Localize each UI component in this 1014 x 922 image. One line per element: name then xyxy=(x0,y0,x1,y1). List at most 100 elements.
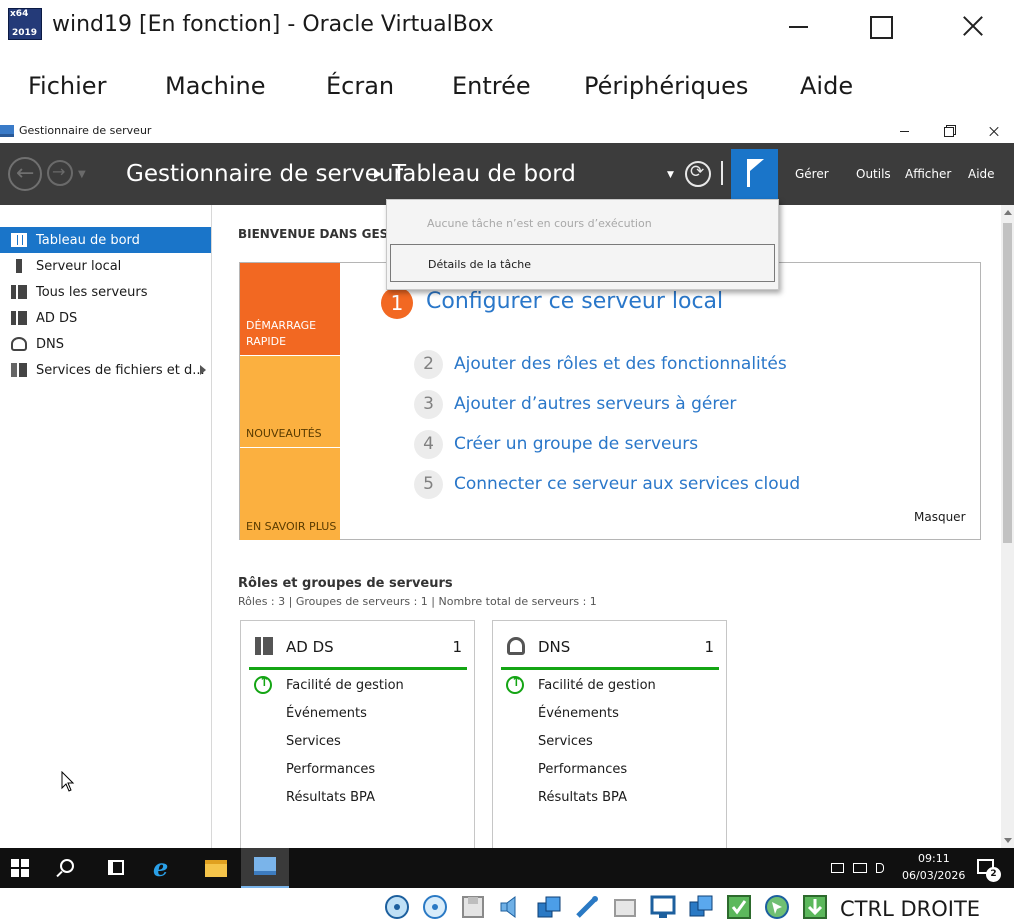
role-row-performance[interactable]: Performances xyxy=(286,762,375,777)
menu-machine[interactable]: Machine xyxy=(165,72,265,100)
back-arrow-icon[interactable] xyxy=(8,157,42,191)
role-row-services[interactable]: Services xyxy=(538,734,593,749)
breadcrumb-current: Tableau de bord xyxy=(392,161,576,187)
breadcrumb-root[interactable]: Gestionnaire de serveur xyxy=(126,161,403,187)
file-explorer-icon[interactable] xyxy=(205,860,227,877)
sidebar-item-file-services[interactable]: Services de fichiers et d... xyxy=(0,357,211,383)
role-row-manageability[interactable]: Facilité de gestion xyxy=(286,678,404,693)
virtualbox-app-icon: x64 2019 xyxy=(8,8,42,40)
clock-date[interactable]: 06/03/2026 xyxy=(902,869,965,882)
hard-disk-icon[interactable] xyxy=(384,894,410,920)
role-row-bpa[interactable]: Résultats BPA xyxy=(538,790,627,805)
close-button[interactable] xyxy=(950,8,996,44)
step-3-link[interactable]: Ajouter d’autres serveurs à gérer xyxy=(454,394,736,414)
breadcrumb-dropdown-icon[interactable]: ▼ xyxy=(667,170,674,180)
menu-aide[interactable]: Aide xyxy=(800,72,853,100)
role-row-manageability[interactable]: Facilité de gestion xyxy=(538,678,656,693)
search-icon[interactable] xyxy=(60,859,74,873)
scroll-down-icon[interactable] xyxy=(1004,838,1012,843)
role-name[interactable]: DNS xyxy=(538,638,570,656)
vbox-title-bar: x64 2019 wind19 [En fonction] - Oracle V… xyxy=(0,0,1014,54)
usb-icon[interactable] xyxy=(574,894,600,920)
menu-entree[interactable]: Entrée xyxy=(452,72,531,100)
mouse-integration-icon[interactable] xyxy=(764,894,790,920)
menu-ecran[interactable]: Écran xyxy=(326,72,394,100)
task-details-button[interactable]: Détails de la tâche xyxy=(390,244,775,282)
download-icon[interactable] xyxy=(802,894,828,920)
internet-explorer-icon[interactable]: e xyxy=(153,853,168,882)
role-count: 1 xyxy=(704,638,714,656)
step-5-number: 5 xyxy=(414,470,443,499)
notifications-dropdown: Aucune tâche n’est en cours d’exécution … xyxy=(386,199,779,290)
shared-folders-icon[interactable] xyxy=(612,894,638,920)
sidebar-item-ad-ds[interactable]: AD DS xyxy=(0,305,211,331)
tile-whats-new[interactable]: NOUVEAUTÉS xyxy=(240,356,340,447)
optical-drive-icon[interactable] xyxy=(422,894,448,920)
guest-taskbar: e 09:11 06/03/2026 2 xyxy=(0,848,1014,888)
server-icon xyxy=(16,259,22,273)
role-card-ad-ds[interactable]: AD DS 1 Facilité de gestion Événements S… xyxy=(240,620,475,848)
display-icon[interactable] xyxy=(650,894,676,920)
hide-welcome-link[interactable]: Masquer xyxy=(914,510,966,524)
sidebar-item-dashboard[interactable]: Tableau de bord xyxy=(0,227,211,253)
floppy-icon[interactable] xyxy=(460,894,486,920)
role-row-events[interactable]: Événements xyxy=(286,706,367,721)
server-manager-taskbar-icon[interactable] xyxy=(241,848,289,888)
status-ok-icon xyxy=(506,675,524,694)
step-3-number: 3 xyxy=(414,390,443,419)
mouse-cursor-icon xyxy=(61,771,75,792)
sm-close-button[interactable] xyxy=(980,122,1010,142)
scroll-up-icon[interactable] xyxy=(1004,210,1012,215)
virtualization-icon[interactable] xyxy=(726,894,752,920)
notifications-flag-button[interactable] xyxy=(731,149,778,199)
sm-minimize-button[interactable] xyxy=(889,122,919,142)
role-row-bpa[interactable]: Résultats BPA xyxy=(286,790,375,805)
menu-peripheriques[interactable]: Périphériques xyxy=(584,72,748,100)
vertical-scrollbar[interactable] xyxy=(1001,205,1014,848)
menu-outils[interactable]: Outils xyxy=(856,167,891,181)
refresh-icon[interactable] xyxy=(685,161,711,187)
file-services-icon xyxy=(11,363,27,377)
sidebar: Tableau de bord Serveur local Tous les s… xyxy=(0,205,212,848)
step-2-link[interactable]: Ajouter des rôles et des fonctionnalités xyxy=(454,354,787,374)
task-view-icon[interactable] xyxy=(108,860,124,875)
network-tray-icon[interactable] xyxy=(853,863,867,873)
forward-arrow-icon[interactable] xyxy=(47,160,73,186)
tile-quick-start[interactable]: DÉMARRAGE RAPIDE xyxy=(240,263,340,355)
role-row-services[interactable]: Services xyxy=(286,734,341,749)
role-row-performance[interactable]: Performances xyxy=(538,762,627,777)
menu-fichier[interactable]: Fichier xyxy=(28,72,106,100)
video-capture-icon[interactable] xyxy=(688,894,714,920)
windows-start-icon[interactable] xyxy=(11,859,29,877)
clock-time[interactable]: 09:11 xyxy=(918,852,950,865)
maximize-button[interactable] xyxy=(857,8,903,44)
server-manager-title-bar: Gestionnaire de serveur xyxy=(0,121,1014,143)
audio-icon[interactable] xyxy=(498,894,524,920)
step-1-link[interactable]: Configurer ce serveur local xyxy=(426,289,723,314)
sidebar-item-local-server[interactable]: Serveur local xyxy=(0,253,211,279)
sm-restore-button[interactable] xyxy=(934,122,964,142)
role-name[interactable]: AD DS xyxy=(286,638,334,656)
step-1-number: 1 xyxy=(381,287,413,319)
sidebar-item-all-servers[interactable]: Tous les serveurs xyxy=(0,279,211,305)
history-dropdown-icon[interactable]: ▼ xyxy=(78,169,86,180)
sidebar-item-dns[interactable]: DNS xyxy=(0,331,211,357)
step-4-link[interactable]: Créer un groupe de serveurs xyxy=(454,434,698,454)
network-icon[interactable] xyxy=(536,894,562,920)
keyboard-tray-icon[interactable] xyxy=(831,863,844,873)
roles-title: Rôles et groupes de serveurs xyxy=(238,576,453,591)
role-row-events[interactable]: Événements xyxy=(538,706,619,721)
menu-gerer[interactable]: Gérer xyxy=(795,167,829,181)
minimize-button[interactable] xyxy=(776,8,822,44)
expand-arrow-icon[interactable] xyxy=(200,365,206,375)
role-status-bar xyxy=(501,667,719,670)
volume-muted-icon[interactable] xyxy=(876,863,884,873)
tile-learn-more[interactable]: EN SAVOIR PLUS xyxy=(240,448,340,540)
ad-ds-icon xyxy=(255,637,273,655)
menu-afficher[interactable]: Afficher xyxy=(905,167,951,181)
role-card-dns[interactable]: DNS 1 Facilité de gestion Événements Ser… xyxy=(492,620,727,848)
scroll-thumb[interactable] xyxy=(1003,223,1012,543)
step-5-link[interactable]: Connecter ce serveur aux services cloud xyxy=(454,474,800,494)
menu-aide-sm[interactable]: Aide xyxy=(968,167,995,181)
host-key-label: CTRL DROITE xyxy=(840,897,981,921)
